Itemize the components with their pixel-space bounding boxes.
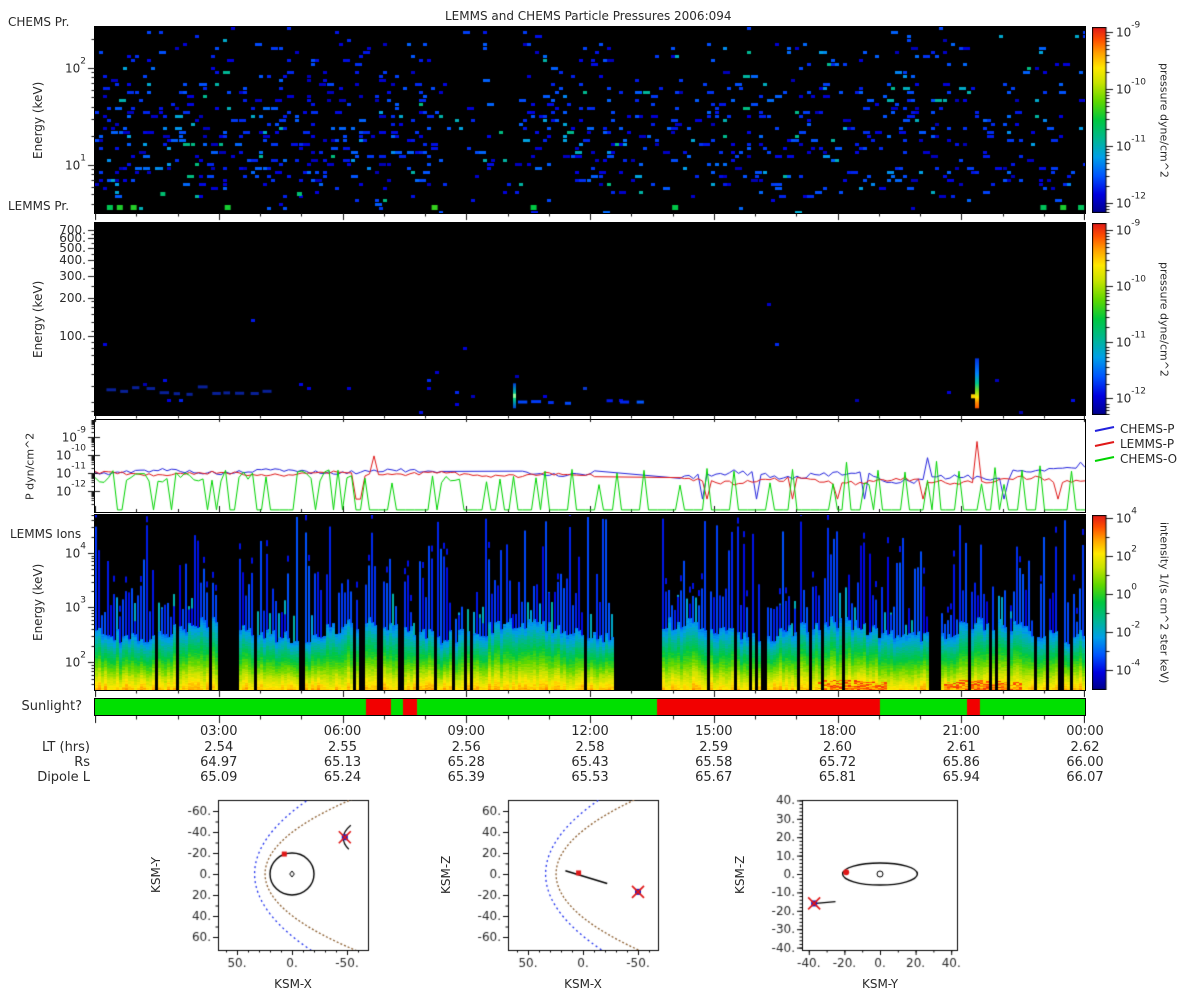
pressure-line-plot [95,420,1085,512]
axis-tick-label: 104 [65,546,86,561]
row-label-rs: Rs [0,755,90,770]
axis-tick-label: 102 [65,655,86,670]
row-label-lt: LT (hrs) [0,740,90,755]
panel4-yticks [86,515,95,690]
dipole-value: 65.94 [943,770,980,785]
lt-value: 2.59 [699,740,728,755]
lemms-pressure-panel [94,222,1086,416]
chems-pressure-spectrogram [95,27,1085,213]
sunlight-bar [95,699,1085,715]
orbit-plot-xy [162,793,374,979]
axis-tick-label: 10-2 [1116,625,1140,640]
legend-line-icon [1094,439,1116,449]
lt-value: 2.54 [204,740,233,755]
lt-value: 2.62 [1071,740,1100,755]
rs-value: 65.43 [571,755,608,770]
legend-item-chems-o: CHEMS-O [1094,452,1177,466]
axis-tick-label: 103 [65,600,86,615]
rs-value: 65.72 [819,755,856,770]
colorbar4-unit-label: intensity 1/(s cm^2 ster keV) [1156,515,1172,690]
time-tick-label: 09:00 [448,724,485,739]
time-tick-label: 15:00 [695,724,732,739]
legend-item-chems-p: CHEMS-P [1094,422,1175,436]
lemms-pressure-spectrogram [95,223,1085,415]
pressure-colorbar-1 [1092,27,1116,213]
time-tick-label: 03:00 [200,724,237,739]
time-tick-label: 21:00 [943,724,980,739]
intensity-colorbar [1092,515,1116,690]
orbit2-xaxis-title: KSM-X [543,977,623,991]
lt-value: 2.60 [823,740,852,755]
lt-value: 2.61 [947,740,976,755]
lemms-ions-panel [94,514,1086,691]
axis-tick-label: 100 [1116,587,1137,602]
orbit3-xaxis-title: KSM-Y [840,977,920,991]
line-plot-legend: CHEMS-PLEMMS-PCHEMS-O [1094,422,1194,474]
rs-value: 66.00 [1066,755,1103,770]
rs-value: 65.86 [943,755,980,770]
legend-item-lemms-p: LEMMS-P [1094,437,1174,451]
axis-tick-label: 102 [1116,549,1137,564]
time-axis-ticks [95,716,1085,725]
chems-pressure-panel [94,26,1086,214]
legend-line-icon [1094,454,1116,464]
panel2-xticks [95,415,1085,423]
dipole-value: 65.67 [695,770,732,785]
legend-line-icon [1094,424,1116,434]
figure-title: LEMMS and CHEMS Particle Pressures 2006:… [445,9,732,23]
rs-value: 65.58 [695,755,732,770]
lt-value: 2.58 [576,740,605,755]
panel3-yticks [86,420,95,512]
orbit-plot-yz [746,793,962,979]
pressure-colorbar-2 [1092,223,1116,415]
colorbar2-unit-label: pressure dyne/cm^2 [1156,223,1172,415]
time-tick-label: 00:00 [1066,724,1103,739]
time-tick-label: 18:00 [819,724,856,739]
dipole-value: 65.81 [819,770,856,785]
pressure-line-panel [94,419,1086,513]
panel2-yticks [86,223,95,415]
time-tick-label: 12:00 [571,724,608,739]
panel1-xticks [95,213,1085,221]
legend-label: CHEMS-P [1120,422,1175,436]
legend-label: CHEMS-O [1120,452,1177,466]
lt-value: 2.55 [328,740,357,755]
rs-value: 64.97 [200,755,237,770]
orbit1-xaxis-title: KSM-X [253,977,333,991]
axis-tick-label: 104 [1116,511,1137,526]
dipole-value: 65.39 [448,770,485,785]
dipole-value: 65.24 [324,770,361,785]
sunlight-bar-frame [94,698,1086,716]
row-label-dipole: Dipole L [0,770,90,785]
colorbar1-unit-label: pressure dyne/cm^2 [1156,27,1172,213]
legend-label: LEMMS-P [1120,437,1174,451]
lt-value: 2.56 [452,740,481,755]
dipole-value: 65.09 [200,770,237,785]
time-tick-label: 06:00 [324,724,361,739]
axis-tick-label: 10-4 [1116,663,1140,678]
dipole-value: 66.07 [1066,770,1103,785]
rs-value: 65.13 [324,755,361,770]
lemms-ions-spectrogram [95,515,1085,690]
panel4-xticks [95,690,1085,698]
figure-root: LEMMS and CHEMS Particle Pressures 2006:… [0,0,1200,1000]
panel1-yticks [86,27,95,213]
panel4-ytick-labels: 104 103 102 [0,0,88,1000]
orbit-plot-xz [452,793,664,979]
dipole-value: 65.53 [571,770,608,785]
rs-value: 65.28 [448,755,485,770]
colorbar4-tick-labels: 104 102 100 10-2 10-4 [1116,0,1186,1000]
